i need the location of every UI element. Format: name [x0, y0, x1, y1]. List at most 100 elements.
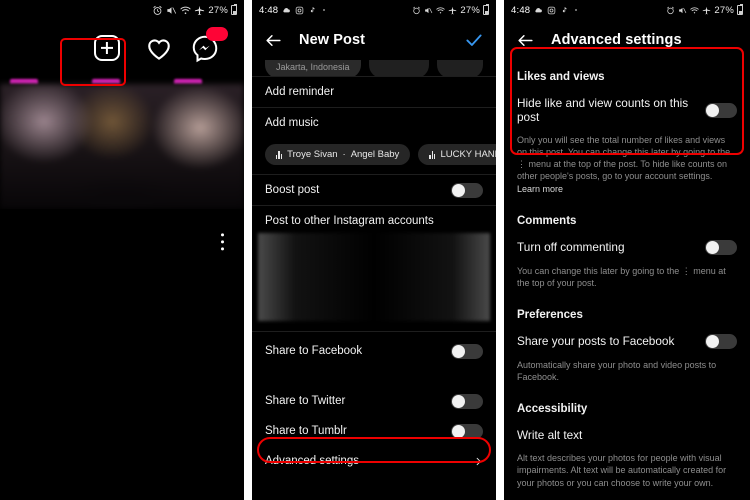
- music-chip-artist: Troye Sivan: [287, 149, 338, 160]
- weather-icon: [282, 6, 291, 15]
- section-description-accessibility: Alt text describes your photos for peopl…: [517, 453, 727, 488]
- new-post-header: New Post: [252, 20, 496, 60]
- post-options-button[interactable]: [220, 233, 224, 251]
- instagram-icon: [295, 6, 304, 15]
- location-chip-partial[interactable]: .: [437, 60, 483, 76]
- music-chip-title: Angel Baby: [350, 149, 400, 160]
- music-chip-sep: ·: [342, 149, 346, 160]
- share-confirm-button[interactable]: [464, 30, 484, 50]
- row-label: Share to Facebook: [265, 345, 363, 357]
- story-ring-strip: [0, 76, 244, 84]
- page-title: Advanced settings: [551, 32, 682, 48]
- status-bar-panel3: 4:48 27%: [504, 0, 750, 20]
- kebab-dot: [220, 240, 224, 244]
- mute-icon: [424, 6, 433, 15]
- advanced-settings-scroll-area[interactable]: Likes and views Hide like and view count…: [504, 60, 750, 500]
- boost-post-toggle[interactable]: [451, 182, 483, 198]
- share-twitter-toggle[interactable]: [451, 393, 483, 409]
- section-description-preferences: Automatically share your photo and video…: [517, 359, 717, 383]
- share-facebook-toggle[interactable]: [451, 343, 483, 359]
- blurred-post-image: [0, 84, 244, 209]
- clock: 4:48: [259, 4, 279, 16]
- new-post-scroll-area[interactable]: Jakarta, Indonesia . . Add reminder Add …: [252, 60, 496, 500]
- back-arrow-icon[interactable]: [516, 31, 535, 50]
- dot-icon: [573, 7, 579, 13]
- battery-percent: 27%: [714, 4, 734, 16]
- music-note-icon: [429, 150, 436, 159]
- activity-heart-button[interactable]: [144, 33, 174, 63]
- row-share-facebook[interactable]: Share to Facebook: [252, 332, 496, 370]
- music-chip[interactable]: Troye Sivan · Angel Baby: [265, 144, 411, 165]
- back-arrow-icon[interactable]: [264, 31, 283, 50]
- panel-new-post: 4:48 27% New Post Jakarta, Indonesia Add…: [252, 0, 496, 500]
- panel-divider: [244, 0, 252, 500]
- location-chip-partial[interactable]: .: [368, 60, 430, 76]
- row-share-posts-facebook[interactable]: Share your posts to Facebook: [504, 326, 750, 357]
- plus-icon: [94, 35, 120, 61]
- mute-icon: [678, 6, 687, 15]
- panel-divider: [496, 0, 504, 500]
- battery-icon: [483, 4, 489, 15]
- hide-like-counts-toggle[interactable]: [705, 102, 737, 118]
- alarm-icon: [152, 5, 163, 16]
- section-heading-preferences: Preferences: [517, 308, 583, 321]
- status-bar-panel2: 4:48 27%: [252, 0, 496, 20]
- airplane-mode-icon: [448, 6, 457, 15]
- battery-icon: [737, 4, 743, 15]
- airplane-mode-icon: [194, 5, 205, 16]
- alarm-icon: [666, 6, 675, 15]
- kebab-dot: [220, 233, 224, 237]
- row-label: Share to Twitter: [265, 395, 346, 407]
- section-heading-accessibility: Accessibility: [517, 403, 588, 416]
- row-label: Boost post: [265, 184, 320, 196]
- row-add-reminder[interactable]: Add reminder: [252, 77, 496, 107]
- clock: 4:48: [511, 4, 531, 16]
- music-suggestion-chips[interactable]: Troye Sivan · Angel Baby LUCKY HANDRIAN …: [252, 138, 496, 174]
- kebab-dot: [220, 247, 224, 251]
- wifi-icon: [690, 6, 700, 15]
- other-accounts-preview[interactable]: [258, 233, 490, 321]
- page-title: New Post: [299, 32, 366, 48]
- messenger-button[interactable]: [190, 27, 228, 63]
- instagram-top-bar: [0, 20, 244, 76]
- section-description-likes-views: Only you will see the total number of li…: [504, 132, 750, 204]
- row-hide-like-counts[interactable]: Hide like and view counts on this post: [504, 88, 750, 132]
- dot-icon: [321, 7, 327, 13]
- panel-advanced-settings: 4:48 27% Advanced settings Likes and vie…: [504, 0, 750, 500]
- chevron-right-icon: [473, 456, 483, 466]
- location-chip[interactable]: Jakarta, Indonesia: [265, 60, 361, 76]
- row-label: Hide like and view counts on this post: [517, 96, 689, 124]
- row-label: Share your posts to Facebook: [517, 334, 675, 349]
- row-label: Add music: [265, 117, 319, 129]
- row-write-alt-text[interactable]: Write alt text: [504, 420, 750, 450]
- row-share-twitter[interactable]: Share to Twitter: [252, 386, 496, 416]
- row-boost-post[interactable]: Boost post: [252, 175, 496, 205]
- row-turn-off-commenting[interactable]: Turn off commenting: [504, 232, 750, 263]
- row-advanced-settings[interactable]: Advanced settings: [252, 446, 496, 476]
- battery-percent: 27%: [460, 4, 480, 16]
- create-post-button[interactable]: [86, 27, 128, 69]
- row-label: Advanced settings: [265, 455, 359, 467]
- wifi-icon: [180, 5, 191, 16]
- share-tumblr-toggle[interactable]: [451, 423, 483, 439]
- location-chip-row[interactable]: Jakarta, Indonesia . .: [252, 60, 496, 76]
- three-panel-screenshot: 27% 4:48 27% New Post Jakarta, Indonesia…: [0, 0, 750, 500]
- row-add-music[interactable]: Add music: [252, 108, 496, 138]
- battery-percent: 27%: [208, 4, 228, 16]
- music-note-icon: [276, 150, 283, 159]
- tiktok-icon: [560, 6, 569, 15]
- learn-more-link[interactable]: Learn more: [517, 183, 737, 195]
- row-label: Write alt text: [517, 428, 583, 443]
- airplane-mode-icon: [702, 6, 711, 15]
- row-share-tumblr[interactable]: Share to Tumblr: [252, 416, 496, 446]
- post-header-band: [0, 209, 244, 275]
- music-chip-artist: LUCKY HANDRIAN: [440, 149, 496, 160]
- section-heading-likes-views: Likes and views: [517, 71, 605, 83]
- turn-off-commenting-toggle[interactable]: [705, 239, 737, 255]
- row-label: Add reminder: [265, 86, 335, 98]
- music-chip[interactable]: LUCKY HANDRIAN · Dj Slow Danc: [418, 144, 496, 165]
- row-label: Turn off commenting: [517, 240, 625, 255]
- description-text: Only you will see the total number of li…: [517, 135, 731, 182]
- share-posts-facebook-toggle[interactable]: [705, 333, 737, 349]
- row-label: Share to Tumblr: [265, 425, 347, 437]
